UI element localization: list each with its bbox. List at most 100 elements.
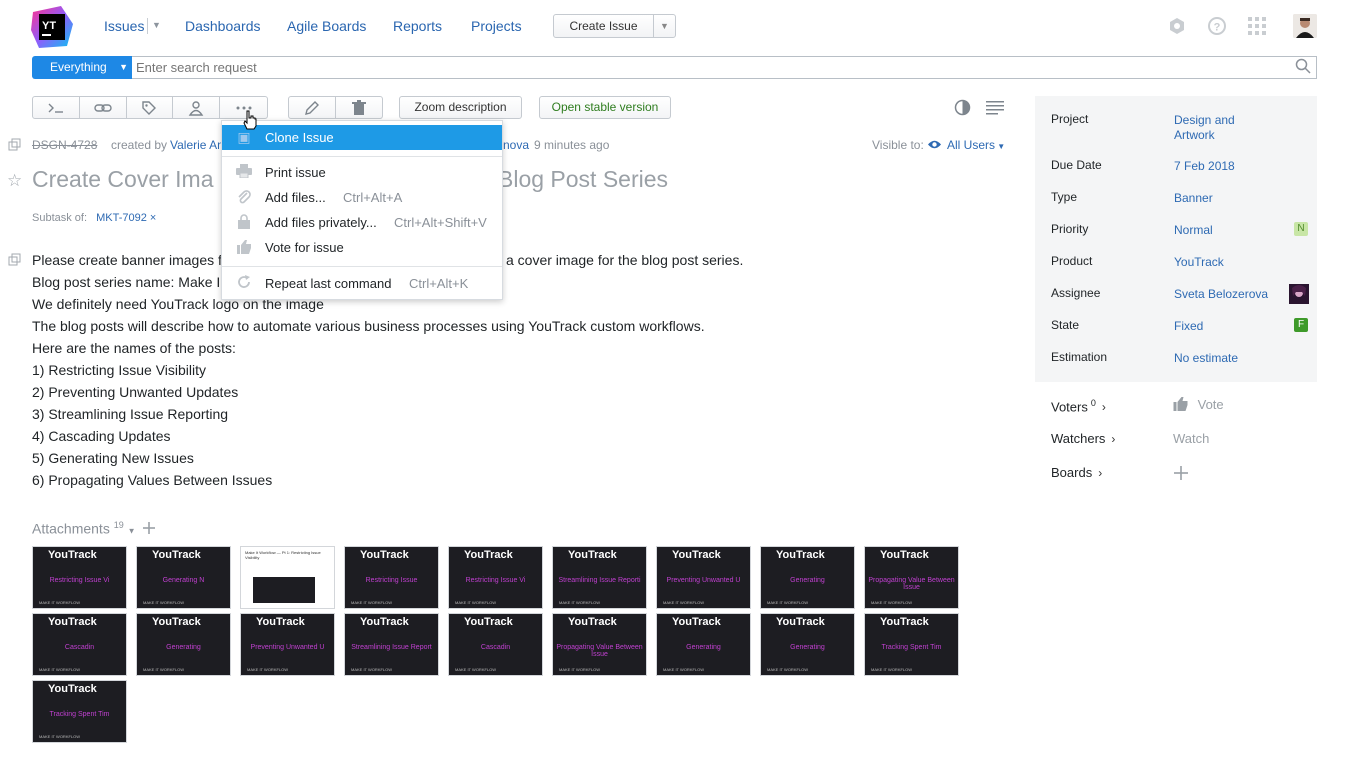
- copy-id-icon[interactable]: [8, 138, 22, 155]
- field-value-product[interactable]: YouTrack: [1174, 255, 1224, 269]
- watchers-toggle[interactable]: Watchers ›: [1051, 431, 1115, 446]
- subtask-parent-link[interactable]: MKT-7092: [96, 212, 147, 224]
- attachment-thumbnail[interactable]: YouTrack Generating MAKE IT WORKFLOW: [656, 613, 751, 676]
- command-button[interactable]: [33, 97, 80, 118]
- issue-title[interactable]: Create Cover Ima: [32, 166, 214, 193]
- attachments-count: 19: [113, 520, 124, 530]
- copy-description-icon[interactable]: [8, 253, 22, 270]
- field-value-estimation[interactable]: No estimate: [1174, 351, 1238, 365]
- attachment-thumbnail[interactable]: YouTrack Generating MAKE IT WORKFLOW: [760, 546, 855, 609]
- thumbnail-caption: Generating: [166, 644, 201, 651]
- attachment-thumbnail[interactable]: YouTrack Restricting Issue MAKE IT WORKFLO…: [344, 546, 439, 609]
- chevron-right-icon: ›: [1098, 466, 1103, 480]
- thumbnail-brand: YouTrack: [256, 616, 305, 628]
- thumbnail-brand: YouTrack: [360, 616, 409, 628]
- field-value-due-date[interactable]: 7 Feb 2018: [1174, 159, 1235, 173]
- nav-projects[interactable]: Projects: [471, 18, 522, 34]
- field-value-project[interactable]: Design and Artwork: [1174, 113, 1254, 143]
- field-value-priority[interactable]: Normal: [1174, 223, 1213, 237]
- attachment-thumbnail[interactable]: YouTrack Generating MAKE IT WORKFLOW: [136, 613, 231, 676]
- attachment-thumbnail[interactable]: YouTrack Preventing Unwanted U MAKE IT WOR…: [240, 613, 335, 676]
- menu-item-add-files-privately[interactable]: Add files privately... Ctrl+Alt+Shift+V: [222, 210, 502, 235]
- activity-list-icon[interactable]: [986, 100, 1004, 118]
- add-attachment-icon[interactable]: [142, 521, 156, 538]
- attachment-thumbnail[interactable]: YouTrack Tracking Spent Tim MAKE IT WORKFL…: [32, 680, 127, 743]
- menu-item-clone-issue[interactable]: ▣ Clone Issue: [222, 125, 502, 150]
- attachment-thumbnail[interactable]: YouTrack Propagating Value Between Issue M…: [864, 546, 959, 609]
- menu-item-repeat-last-command[interactable]: Repeat last command Ctrl+Alt+K: [222, 271, 502, 296]
- assign-button[interactable]: [173, 97, 221, 118]
- menu-item-print-issue[interactable]: Print issue: [222, 160, 502, 185]
- nav-agile-boards[interactable]: Agile Boards: [287, 18, 366, 34]
- field-value-assignee[interactable]: Sveta Belozerova: [1174, 287, 1268, 301]
- thumbnail-caption: Make It Workflow — Pt 1: Restricting Iss…: [245, 550, 321, 560]
- search-context-label: Everything: [50, 60, 107, 74]
- updater-link[interactable]: nova: [503, 138, 529, 152]
- attachment-thumbnail[interactable]: YouTrack Streamlining Issue Report MAKE IT…: [344, 613, 439, 676]
- boards-toggle[interactable]: Boards ›: [1051, 465, 1102, 480]
- create-issue-dropdown-icon[interactable]: ▼: [654, 15, 675, 37]
- thumbnail-footer: MAKE IT WORKFLOW: [559, 667, 601, 672]
- menu-item-vote-for-issue[interactable]: Vote for issue: [222, 235, 502, 260]
- edit-delete-group: [288, 96, 383, 119]
- attachment-thumbnail[interactable]: YouTrack Generating N MAKE IT WORKFLOW: [136, 546, 231, 609]
- description-line: 4) Cascading Updates: [32, 428, 171, 444]
- settings-icon[interactable]: [1166, 16, 1188, 38]
- attachment-thumbnail[interactable]: YouTrack Restricting Issue Vi MAKE IT WORK…: [32, 546, 127, 609]
- search-icon[interactable]: [1295, 58, 1311, 74]
- attachments-header[interactable]: Attachments 19 ▼: [32, 520, 136, 537]
- attachment-thumbnail[interactable]: YouTrack Preventing Unwanted U MAKE IT WOR…: [656, 546, 751, 609]
- visibility-select[interactable]: All Users ▼: [947, 138, 1005, 152]
- issues-dropdown-icon[interactable]: ▼: [152, 20, 161, 30]
- voters-toggle[interactable]: Voters 0 ›: [1051, 398, 1106, 414]
- attachment-thumbnail[interactable]: YouTrack Restricting Issue Vi MAKE IT WORK…: [448, 546, 543, 609]
- edit-button[interactable]: [289, 97, 336, 118]
- attachment-thumbnail[interactable]: YouTrack Generating MAKE IT WORKFLOW: [760, 613, 855, 676]
- apps-grid-icon[interactable]: [1246, 16, 1268, 38]
- open-stable-version-button[interactable]: Open stable version: [539, 96, 671, 119]
- thumbnail-brand: YouTrack: [568, 616, 617, 628]
- attachment-thumbnail[interactable]: YouTrack Streamlining Issue Reporti MAKE I…: [552, 546, 647, 609]
- add-tag-button[interactable]: [127, 97, 174, 118]
- priority-badge: N: [1294, 222, 1308, 236]
- contrast-icon[interactable]: [954, 99, 971, 119]
- youtrack-logo[interactable]: YT: [31, 6, 73, 48]
- user-avatar[interactable]: [1293, 14, 1317, 38]
- thumbnail-caption: Restricting Issue Vi: [49, 577, 110, 584]
- field-value-state[interactable]: Fixed: [1174, 319, 1203, 333]
- delete-button[interactable]: [336, 97, 383, 118]
- zoom-description-button[interactable]: Zoom description: [399, 96, 522, 119]
- chevron-down-icon[interactable]: ▼: [128, 527, 136, 536]
- issue-id[interactable]: DSGN-4728: [32, 138, 97, 152]
- field-value-type[interactable]: Banner: [1174, 191, 1213, 205]
- nav-issues[interactable]: Issues: [104, 18, 144, 34]
- creator-link[interactable]: Valerie An: [170, 138, 224, 152]
- help-icon[interactable]: ?: [1206, 16, 1228, 38]
- create-issue-button[interactable]: Create Issue ▼: [553, 14, 676, 38]
- search-input[interactable]: [132, 56, 1317, 79]
- nav-dashboards[interactable]: Dashboards: [185, 18, 261, 34]
- remove-subtask-icon[interactable]: ×: [150, 212, 156, 224]
- thumbnail-footer: MAKE IT WORKFLOW: [143, 600, 185, 605]
- thumbnail-footer: MAKE IT WORKFLOW: [351, 600, 393, 605]
- create-issue-label[interactable]: Create Issue: [554, 15, 654, 37]
- attachment-thumbnail[interactable]: YouTrack Cascadin MAKE IT WORKFLOW: [32, 613, 127, 676]
- watch-button[interactable]: Watch: [1173, 431, 1209, 446]
- attachment-thumbnail[interactable]: YouTrack Tracking Spent Tim MAKE IT WORKFL…: [864, 613, 959, 676]
- link-issue-button[interactable]: [80, 97, 127, 118]
- nav-separator: [147, 18, 148, 34]
- vote-button[interactable]: Vote: [1173, 396, 1224, 412]
- issue-title-tail[interactable]: Blog Post Series: [498, 166, 668, 193]
- attachment-thumbnail[interactable]: Make It Workflow — Pt 1: Restricting Iss…: [240, 546, 335, 609]
- search-context-button[interactable]: Everything ▼: [32, 56, 132, 79]
- star-icon[interactable]: ☆: [7, 171, 22, 191]
- printer-icon: [236, 164, 252, 180]
- add-to-board-icon[interactable]: [1173, 465, 1189, 484]
- menu-item-add-files[interactable]: Add files... Ctrl+Alt+A: [222, 185, 502, 210]
- attachment-thumbnail[interactable]: YouTrack Cascadin MAKE IT WORKFLOW: [448, 613, 543, 676]
- description-line-tail: a cover image for the blog post series.: [506, 252, 744, 268]
- menu-item-label: Add files...: [265, 190, 326, 205]
- visibility-value: All Users: [947, 138, 996, 152]
- nav-reports[interactable]: Reports: [393, 18, 442, 34]
- attachment-thumbnail[interactable]: YouTrack Propagating Value Between Issue M…: [552, 613, 647, 676]
